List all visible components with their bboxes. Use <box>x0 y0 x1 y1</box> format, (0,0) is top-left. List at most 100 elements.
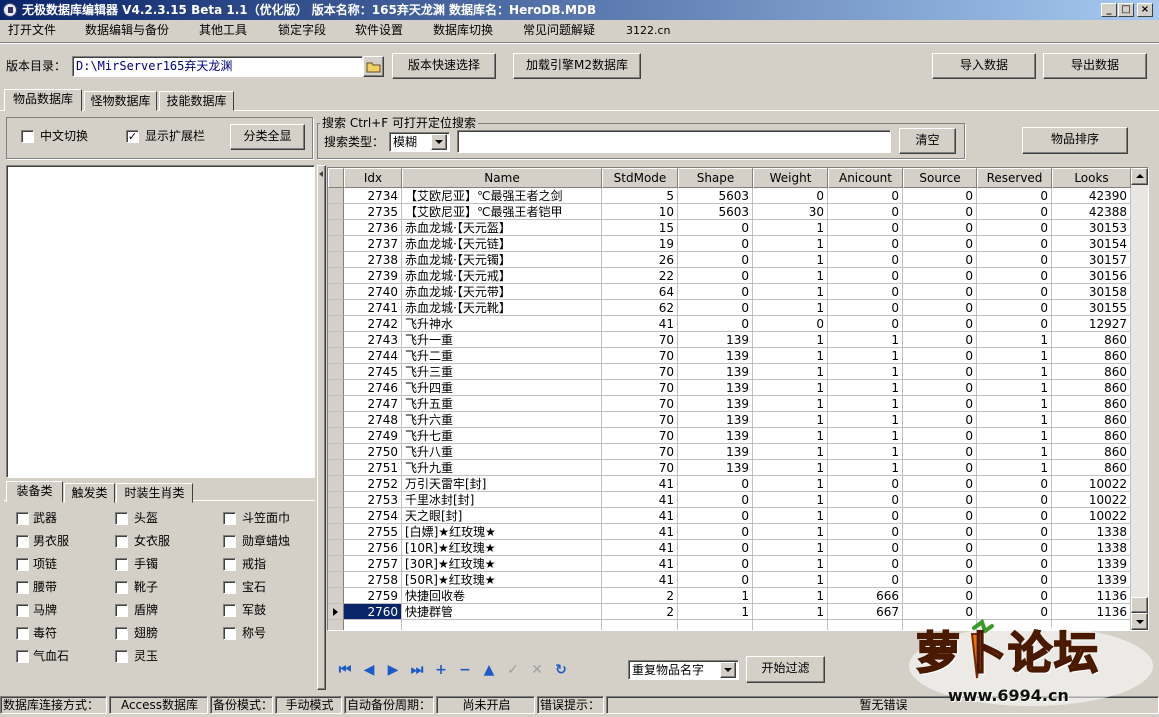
cell-source[interactable]: 0 <box>903 332 977 348</box>
cell-reserved[interactable]: 0 <box>977 220 1052 236</box>
cell-stdmode[interactable]: 41 <box>602 556 678 572</box>
row-indicator[interactable] <box>328 428 344 444</box>
cell-name[interactable]: 飞升七重 <box>402 428 602 444</box>
nav-first-icon[interactable]: ⏮ <box>337 663 353 677</box>
cell-anicount[interactable]: 0 <box>828 252 903 268</box>
cell-anicount[interactable]: 0 <box>828 188 903 204</box>
show-ext-checkbox[interactable]: ✓ <box>126 130 139 143</box>
cell-looks[interactable]: 30156 <box>1052 268 1131 284</box>
cell-name[interactable]: 天之眼[封] <box>402 508 602 524</box>
search-input[interactable] <box>457 130 891 153</box>
cell-shape[interactable]: 1 <box>678 604 753 620</box>
cell-reserved[interactable]: 1 <box>977 460 1052 476</box>
cell-looks[interactable]: 860 <box>1052 444 1131 460</box>
cell-anicount[interactable]: 1 <box>828 364 903 380</box>
cell-name[interactable]: 赤血龙城·【天元靴】 <box>402 300 602 316</box>
cell-source[interactable]: 0 <box>903 460 977 476</box>
cell-shape[interactable]: 0 <box>678 300 753 316</box>
cell-name[interactable]: 飞升三重 <box>402 364 602 380</box>
cell-source[interactable]: 0 <box>903 268 977 284</box>
cell-stdmode[interactable]: 70 <box>602 396 678 412</box>
cell-name[interactable]: 赤血龙城·【天元盔】 <box>402 220 602 236</box>
checkbox-boots[interactable] <box>115 581 128 594</box>
cell-weight[interactable]: 1 <box>753 284 828 300</box>
table-row[interactable]: 2750 飞升八重 70 139 1 1 0 1 860 <box>328 444 1131 460</box>
cell-name[interactable]: 赤血龙城·【天元戒】 <box>402 268 602 284</box>
cell-stdmode[interactable]: 2 <box>602 604 678 620</box>
cell-name[interactable]: 【艾欧尼亚】℃最强王者之剑 <box>402 188 602 204</box>
scroll-thumb[interactable] <box>1131 597 1148 613</box>
sort-items-button[interactable]: 物品排序 <box>1022 127 1128 154</box>
row-indicator[interactable] <box>328 524 344 540</box>
panel-splitter[interactable] <box>317 165 326 690</box>
cell-stdmode[interactable]: 70 <box>602 332 678 348</box>
col-header-reserved[interactable]: Reserved <box>977 168 1052 188</box>
cell-source[interactable]: 0 <box>903 348 977 364</box>
cell-name[interactable]: 飞升四重 <box>402 380 602 396</box>
cell-weight[interactable]: 1 <box>753 332 828 348</box>
row-indicator[interactable] <box>328 284 344 300</box>
cell-weight[interactable]: 1 <box>753 556 828 572</box>
checkbox-female-armor[interactable] <box>115 535 128 548</box>
nav-edit-icon[interactable]: ▲ <box>481 663 497 677</box>
cell-idx[interactable]: 2745 <box>344 364 402 380</box>
table-row[interactable]: 2745 飞升三重 70 139 1 1 0 1 860 <box>328 364 1131 380</box>
cell-shape[interactable]: 5603 <box>678 188 753 204</box>
checkbox-gem[interactable] <box>223 581 236 594</box>
cell-stdmode[interactable]: 41 <box>602 540 678 556</box>
table-row[interactable]: 2751 飞升九重 70 139 1 1 0 1 860 <box>328 460 1131 476</box>
col-header-stdmode[interactable]: StdMode <box>602 168 678 188</box>
cell-anicount[interactable]: 0 <box>828 476 903 492</box>
cell-anicount[interactable]: 0 <box>828 204 903 220</box>
cell-weight[interactable]: 1 <box>753 380 828 396</box>
cell-anicount[interactable]: 667 <box>828 604 903 620</box>
grid-vertical-scrollbar[interactable] <box>1131 168 1148 630</box>
cell-looks[interactable]: 10022 <box>1052 492 1131 508</box>
cell-looks[interactable]: 860 <box>1052 428 1131 444</box>
cell-shape[interactable]: 0 <box>678 556 753 572</box>
menu-data-edit-backup[interactable]: 数据编辑与备份 <box>85 22 169 39</box>
cell-name[interactable]: 飞升九重 <box>402 460 602 476</box>
cell-reserved[interactable]: 0 <box>977 524 1052 540</box>
table-row[interactable]: 2746 飞升四重 70 139 1 1 0 1 860 <box>328 380 1131 396</box>
cell-idx[interactable]: 2753 <box>344 492 402 508</box>
cell-idx[interactable]: 2749 <box>344 428 402 444</box>
table-row[interactable]: 2752 万引天雷牢[封] 41 0 1 0 0 0 10022 <box>328 476 1131 492</box>
cell-anicount[interactable]: 0 <box>828 236 903 252</box>
cell-name[interactable]: 飞升五重 <box>402 396 602 412</box>
cell-looks[interactable]: 860 <box>1052 348 1131 364</box>
cell-idx[interactable]: 2756 <box>344 540 402 556</box>
cell-reserved[interactable]: 0 <box>977 188 1052 204</box>
cell-source[interactable]: 0 <box>903 412 977 428</box>
cell-idx[interactable]: 2740 <box>344 284 402 300</box>
cell-anicount[interactable]: 0 <box>828 492 903 508</box>
cell-weight[interactable]: 30 <box>753 204 828 220</box>
cell-stdmode[interactable]: 70 <box>602 428 678 444</box>
cell-name[interactable]: [50R]★红玫瑰★ <box>402 572 602 588</box>
cell-shape[interactable]: 0 <box>678 268 753 284</box>
cell-shape[interactable]: 139 <box>678 412 753 428</box>
cell-looks[interactable]: 30155 <box>1052 300 1131 316</box>
scroll-up-button[interactable] <box>1131 168 1148 185</box>
cell-reserved[interactable]: 1 <box>977 444 1052 460</box>
cell-weight[interactable]: 1 <box>753 460 828 476</box>
checkbox-ring[interactable] <box>223 558 236 571</box>
nav-delete-icon[interactable]: − <box>457 663 473 677</box>
cell-weight[interactable]: 1 <box>753 604 828 620</box>
cell-anicount[interactable]: 0 <box>828 508 903 524</box>
checkbox-horse-tag[interactable] <box>16 604 29 617</box>
chinese-switch-checkbox[interactable] <box>21 130 34 143</box>
cell-weight[interactable]: 1 <box>753 492 828 508</box>
cell-reserved[interactable]: 0 <box>977 252 1052 268</box>
cell-weight[interactable]: 1 <box>753 444 828 460</box>
checkbox-wings[interactable] <box>115 627 128 640</box>
cell-idx[interactable]: 2742 <box>344 316 402 332</box>
cell-anicount[interactable]: 0 <box>828 572 903 588</box>
cell-weight[interactable]: 1 <box>753 508 828 524</box>
cell-stdmode[interactable]: 10 <box>602 204 678 220</box>
cell-source[interactable]: 0 <box>903 524 977 540</box>
cell-looks[interactable]: 30157 <box>1052 252 1131 268</box>
cell-looks[interactable]: 1338 <box>1052 540 1131 556</box>
cell-reserved[interactable]: 0 <box>977 476 1052 492</box>
cell-idx[interactable]: 2759 <box>344 588 402 604</box>
